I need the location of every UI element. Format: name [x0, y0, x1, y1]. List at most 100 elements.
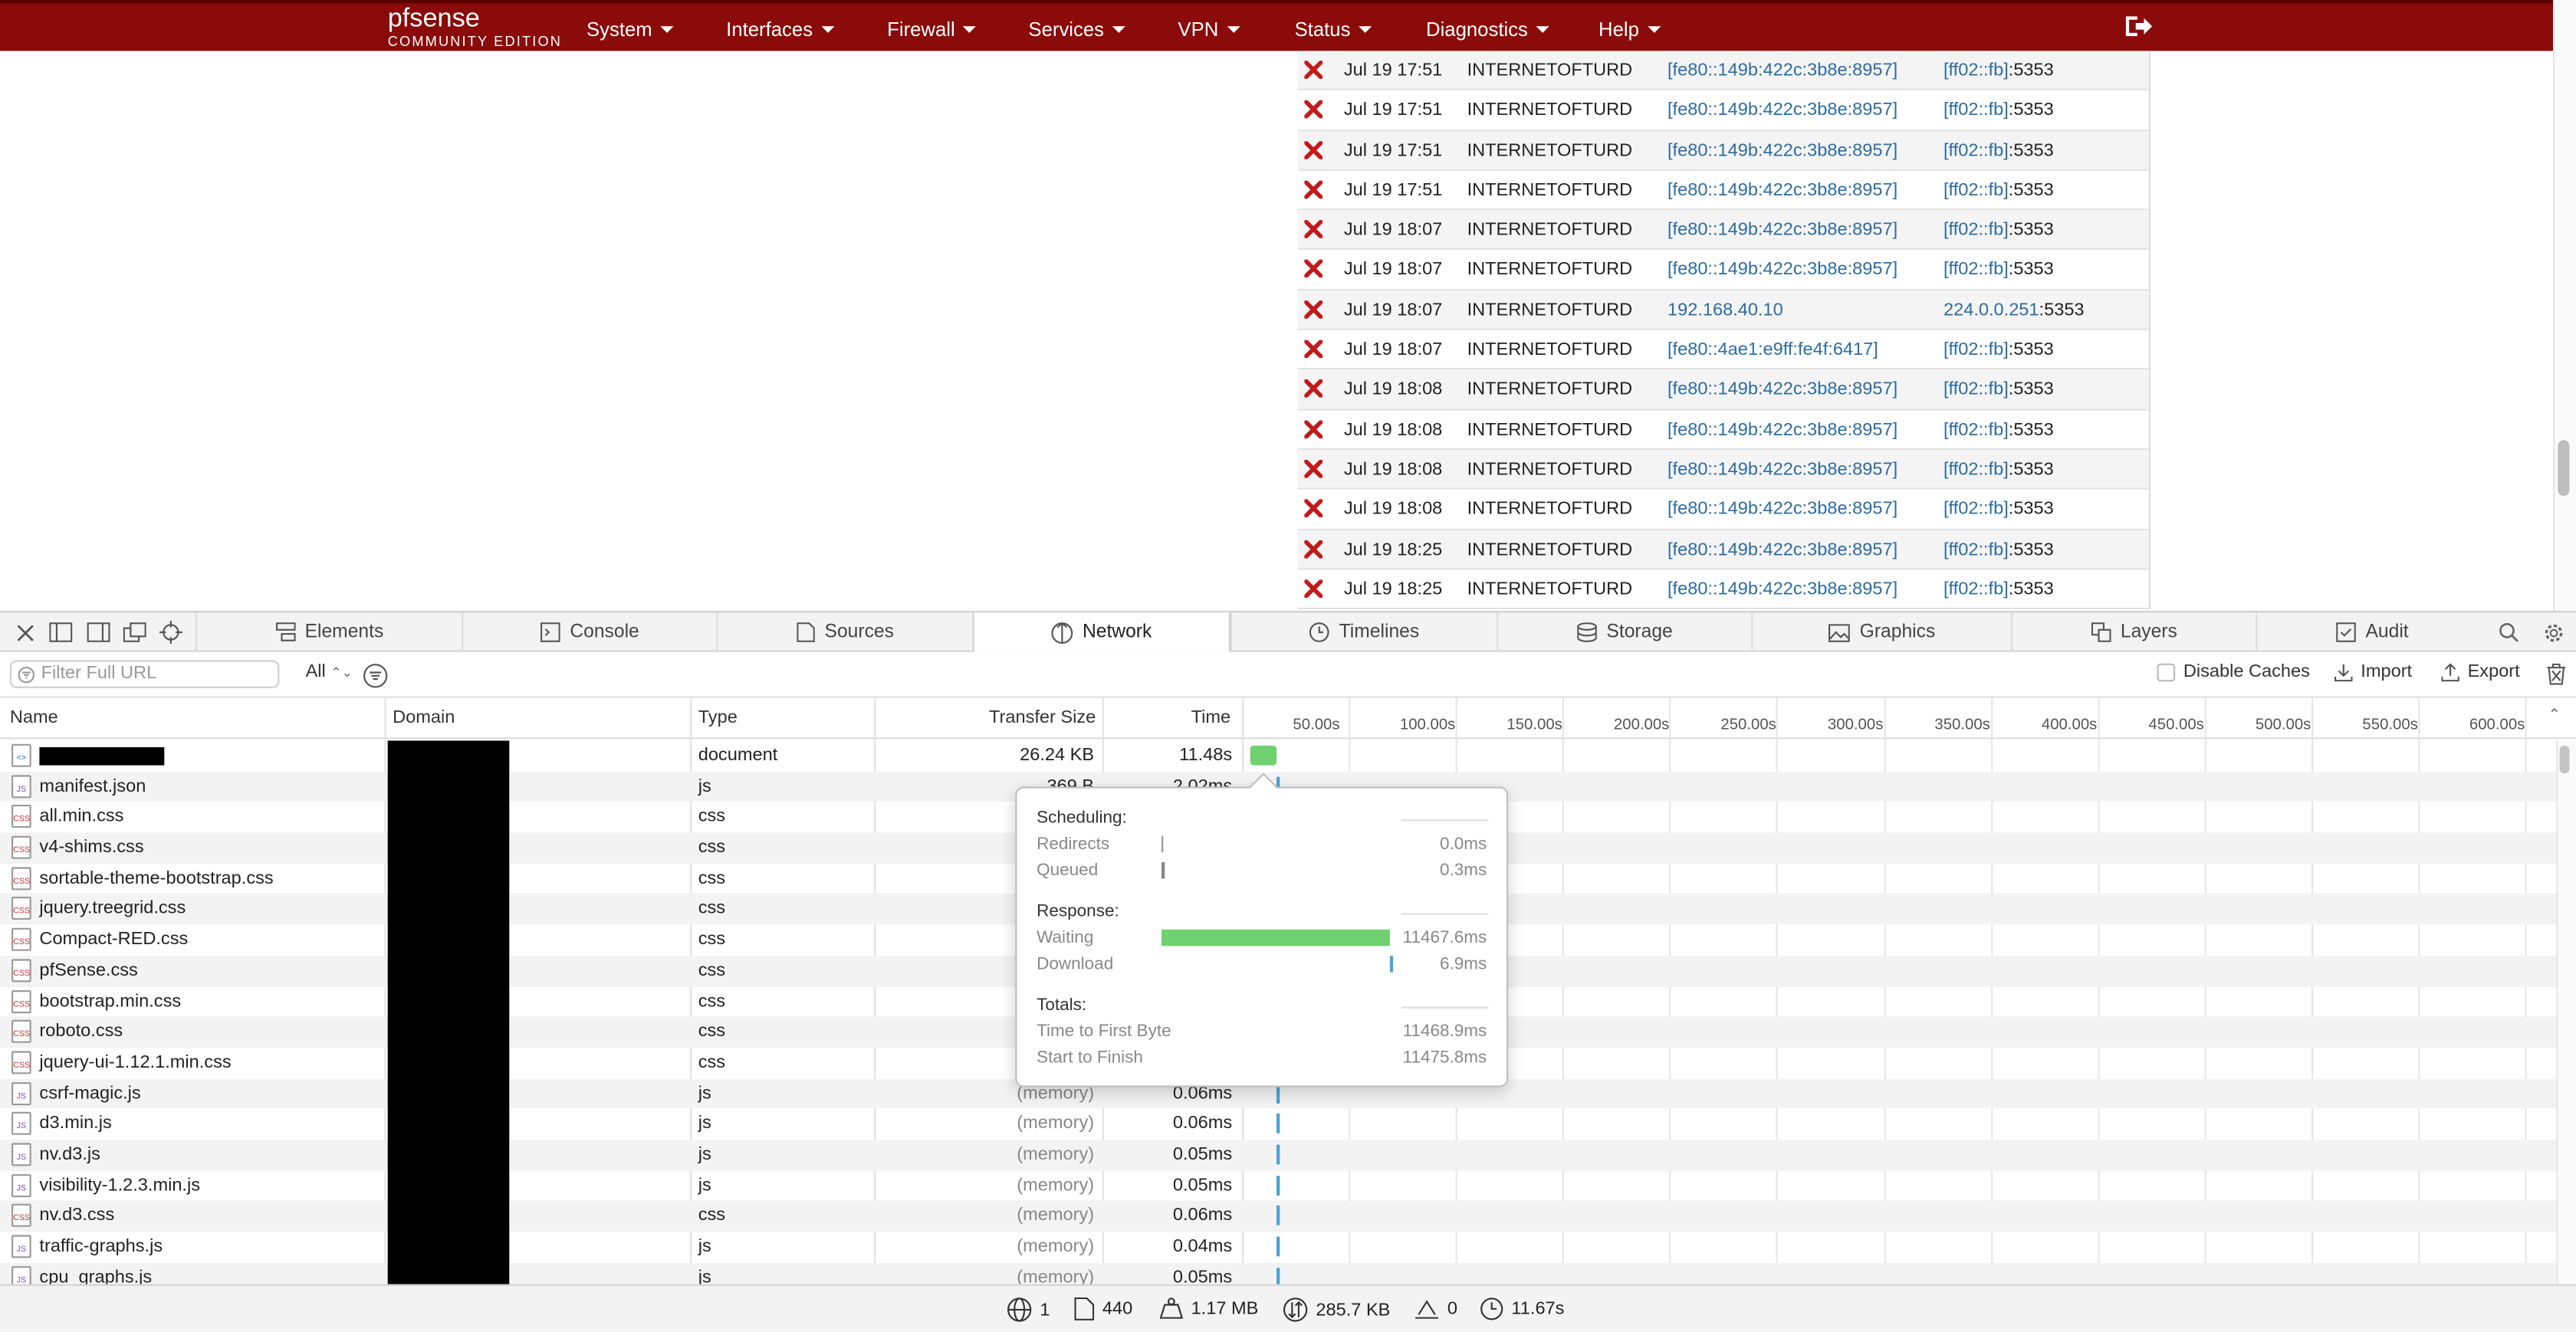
- tab-sources[interactable]: Sources: [716, 612, 972, 652]
- page-scrollbar-thumb[interactable]: [2558, 440, 2570, 497]
- col-transfer-size-header[interactable]: Transfer Size: [989, 708, 1096, 728]
- log-destination-link[interactable]: [ff02::fb]: [1944, 261, 2009, 281]
- tab-network[interactable]: Network: [972, 612, 1230, 652]
- block-x-icon[interactable]: [1304, 379, 1322, 399]
- waterfall-bar[interactable]: [1276, 1206, 1280, 1226]
- log-source-link[interactable]: [fe80::149b:422c:3b8e:8957]: [1668, 450, 1898, 489]
- block-x-icon[interactable]: [1304, 220, 1322, 239]
- col-domain-header[interactable]: Domain: [393, 708, 455, 728]
- log-source-link[interactable]: [fe80::149b:422c:3b8e:8957]: [1668, 251, 1898, 290]
- log-destination-link[interactable]: [ff02::fb]: [1944, 61, 2009, 80]
- block-x-icon[interactable]: [1304, 340, 1322, 359]
- log-source-link[interactable]: [fe80::149b:422c:3b8e:8957]: [1668, 490, 1898, 529]
- log-destination-link[interactable]: [ff02::fb]: [1944, 540, 2009, 559]
- waterfall-bar[interactable]: [1276, 1144, 1280, 1165]
- block-x-icon[interactable]: [1304, 540, 1322, 558]
- network-request-row[interactable]: JS nv.d3.js js (memory) 0.05ms: [0, 1140, 2557, 1171]
- nav-diagnostics[interactable]: Diagnostics: [1426, 3, 1549, 54]
- waterfall-bar[interactable]: [1276, 1114, 1280, 1134]
- inspect-target-icon[interactable]: [159, 621, 182, 644]
- network-request-row[interactable]: JS traffic-graphs.js js (memory) 0.04ms: [0, 1232, 2556, 1262]
- col-type-header[interactable]: Type: [698, 708, 738, 728]
- col-name-header[interactable]: Name: [10, 708, 58, 728]
- block-x-icon[interactable]: [1304, 579, 1322, 598]
- tab-graphics[interactable]: Graphics: [1751, 612, 2011, 652]
- nav-firewall[interactable]: Firewall: [887, 3, 977, 54]
- log-destination-link[interactable]: [ff02::fb]: [1944, 460, 2009, 480]
- log-source-link[interactable]: [fe80::149b:422c:3b8e:8957]: [1668, 51, 1898, 90]
- export-button[interactable]: Export: [2441, 662, 2520, 681]
- logout-icon[interactable]: [2123, 13, 2153, 39]
- waterfall-bar[interactable]: [1276, 1175, 1280, 1196]
- block-x-icon[interactable]: [1304, 180, 1322, 199]
- block-x-icon[interactable]: [1304, 300, 1322, 319]
- block-x-icon[interactable]: [1304, 499, 1322, 518]
- type-filter-select[interactable]: All ⌃⌄: [306, 662, 353, 682]
- network-scrollbar[interactable]: [2556, 740, 2576, 1284]
- block-x-icon[interactable]: [1304, 419, 1322, 438]
- network-request-row[interactable]: <> document 26.24 KB 11.48s: [0, 740, 2556, 771]
- log-source-link[interactable]: [fe80::149b:422c:3b8e:8957]: [1668, 370, 1898, 409]
- log-destination-link[interactable]: [ff02::fb]: [1944, 140, 2009, 160]
- gear-icon[interactable]: [2542, 621, 2564, 644]
- nav-services[interactable]: Services: [1028, 3, 1125, 54]
- network-request-row[interactable]: JS d3.min.js js (memory) 0.06ms: [0, 1109, 2556, 1140]
- log-destination-link[interactable]: [ff02::fb]: [1944, 500, 2009, 520]
- log-destination-link[interactable]: [ff02::fb]: [1944, 380, 2009, 400]
- col-time-header[interactable]: Time: [1191, 708, 1231, 728]
- log-destination-link[interactable]: [ff02::fb]: [1944, 221, 2009, 241]
- dock-bottom-icon[interactable]: [49, 621, 73, 644]
- log-source-link[interactable]: [fe80::149b:422c:3b8e:8957]: [1668, 410, 1898, 449]
- tab-storage[interactable]: Storage: [1497, 612, 1751, 652]
- tab-console[interactable]: Console: [462, 612, 716, 652]
- nav-interfaces[interactable]: Interfaces: [726, 3, 834, 54]
- filter-options-icon[interactable]: [363, 664, 388, 688]
- page-scrollbar[interactable]: [2553, 0, 2576, 612]
- filter-url-input[interactable]: Filter Full URL: [9, 660, 280, 688]
- network-request-row[interactable]: JS visibility-1.2.3.min.js js (memory) 0.05m…: [0, 1170, 2556, 1201]
- nav-help[interactable]: Help: [1598, 3, 1661, 54]
- log-destination-link[interactable]: [ff02::fb]: [1944, 100, 2009, 120]
- waterfall-bar[interactable]: [1276, 1236, 1280, 1257]
- pfsense-logo[interactable]: pfsense COMMUNITY EDITION: [388, 5, 562, 49]
- log-destination-link[interactable]: [ff02::fb]: [1944, 180, 2009, 200]
- block-x-icon[interactable]: [1304, 61, 1322, 79]
- log-source-link[interactable]: [fe80::149b:422c:3b8e:8957]: [1668, 530, 1898, 569]
- log-destination-link[interactable]: 224.0.0.251: [1944, 300, 2039, 320]
- network-request-row[interactable]: JS cpu_graphs.js js (memory) 0.05ms: [0, 1262, 2557, 1284]
- log-destination-link[interactable]: [ff02::fb]: [1944, 420, 2009, 440]
- disable-caches-checkbox[interactable]: [2157, 662, 2176, 681]
- log-destination-link[interactable]: [ff02::fb]: [1944, 579, 2009, 599]
- dock-side-icon[interactable]: [87, 621, 110, 644]
- nav-status[interactable]: Status: [1295, 3, 1372, 54]
- block-x-icon[interactable]: [1304, 100, 1322, 119]
- log-source-link[interactable]: [fe80::149b:422c:3b8e:8957]: [1668, 211, 1898, 250]
- block-x-icon[interactable]: [1304, 140, 1322, 159]
- nav-system[interactable]: System: [586, 3, 674, 54]
- close-icon[interactable]: [13, 621, 36, 644]
- tab-elements[interactable]: Elements: [195, 612, 462, 652]
- block-x-icon[interactable]: [1304, 459, 1322, 478]
- log-source-link[interactable]: [fe80::149b:422c:3b8e:8957]: [1668, 171, 1898, 210]
- waterfall-bar[interactable]: [1250, 745, 1276, 766]
- disable-caches-toggle[interactable]: Disable Caches: [2157, 662, 2310, 681]
- import-button[interactable]: Import: [2334, 662, 2412, 681]
- tab-layers[interactable]: Layers: [2010, 612, 2256, 652]
- log-source-link[interactable]: [fe80::149b:422c:3b8e:8957]: [1668, 569, 1898, 609]
- network-scrollbar-thumb[interactable]: [2559, 745, 2570, 774]
- tab-audit[interactable]: Audit: [2256, 612, 2487, 652]
- log-source-link[interactable]: [fe80::4ae1:e9ff:fe4f:6417]: [1668, 330, 1878, 369]
- nav-vpn[interactable]: VPN: [1178, 3, 1240, 54]
- block-x-icon[interactable]: [1304, 260, 1322, 279]
- sort-chevron-icon[interactable]: ⌃: [2548, 706, 2561, 724]
- waterfall-bar[interactable]: [1276, 1267, 1280, 1284]
- log-source-link[interactable]: [fe80::149b:422c:3b8e:8957]: [1668, 90, 1898, 130]
- log-source-link[interactable]: 192.168.40.10: [1668, 290, 1783, 330]
- undock-icon[interactable]: [123, 621, 146, 644]
- log-destination-link[interactable]: [ff02::fb]: [1944, 340, 2009, 360]
- log-source-link[interactable]: [fe80::149b:422c:3b8e:8957]: [1668, 131, 1898, 170]
- network-request-row[interactable]: CSS nv.d3.css css (memory) 0.06ms: [0, 1201, 2557, 1232]
- clear-trash-icon[interactable]: [2546, 663, 2566, 685]
- tab-timelines[interactable]: Timelines: [1230, 612, 1497, 652]
- search-icon[interactable]: [2497, 621, 2520, 644]
